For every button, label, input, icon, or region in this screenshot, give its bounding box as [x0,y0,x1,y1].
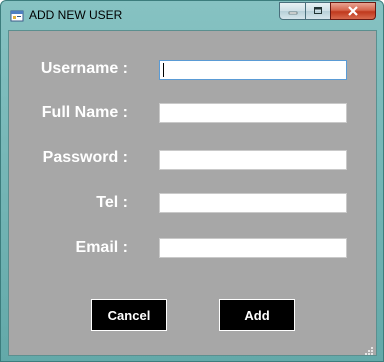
form-panel: Username : Full Name : Password : Tel : … [8,30,377,356]
maximize-icon [306,3,330,19]
email-label: Email : [75,239,128,256]
maximize-button[interactable] [305,2,331,20]
resize-grip-icon[interactable] [364,343,374,355]
title-bar[interactable]: ADD NEW USER [1,1,383,31]
text-caret [163,63,164,77]
email-field[interactable] [159,238,347,258]
minimize-icon [280,3,305,19]
username-label: Username : [40,60,128,77]
close-icon [331,3,375,19]
password-field[interactable] [159,150,347,170]
tel-label: Tel : [96,194,128,211]
form-icon[interactable] [10,9,24,23]
fullname-label: Full Name : [41,104,128,121]
minimize-button[interactable] [279,2,306,20]
window-title: ADD NEW USER [29,8,123,22]
tel-field[interactable] [159,193,347,213]
close-button[interactable] [330,2,376,20]
fullname-field[interactable] [159,103,347,123]
username-field[interactable] [159,60,347,80]
cancel-button[interactable]: Cancel [91,299,167,331]
add-user-window: ADD NEW USER Username : Full Name : Pass… [0,0,384,362]
add-button[interactable]: Add [219,299,295,331]
password-label: Password : [42,149,128,166]
